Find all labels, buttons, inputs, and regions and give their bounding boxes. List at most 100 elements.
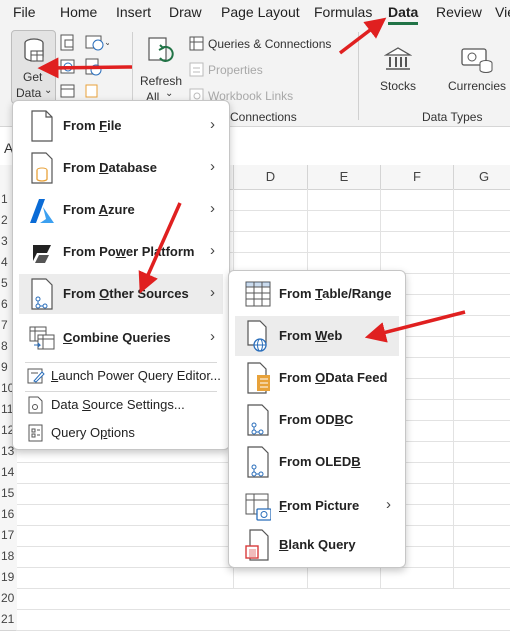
menu-item-from-odbc[interactable]: From ODBC [235,400,399,440]
properties-icon [189,62,204,77]
ribbon-tab-bar: File Home Insert Draw Page Layout Formul… [0,0,510,26]
azure-icon [30,199,54,223]
chevron-right-icon: › [386,496,391,513]
row-header-19[interactable]: 19 [0,567,17,589]
menu-item-from-web[interactable]: From Web [235,316,399,356]
column-header-f[interactable]: F [381,165,454,190]
row-header-17[interactable]: 17 [0,525,17,547]
menu-item-blank-query[interactable]: Blank Query [235,525,399,565]
currencies-label: Currencies [448,79,507,93]
row-header-20[interactable]: 20 [0,588,17,610]
get-data-menu: From File › From Database › From Azure ›… [12,100,230,450]
tab-formulas[interactable]: Formulas [314,4,372,20]
stocks-button[interactable]: Stocks [374,44,424,94]
menu-item-launch-power-query-editor[interactable]: Launch Power Query Editor... [19,363,223,389]
item-label: From Database [63,160,157,175]
row-header-15[interactable]: 15 [0,483,17,505]
menu-item-from-database[interactable]: From Database › [19,148,223,188]
item-label: Launch Power Query Editor... [51,368,221,383]
grid-line [16,609,510,610]
recent-sources-icon[interactable] [85,58,103,76]
blank-query-icon [245,529,269,561]
svg-text:⌄: ⌄ [104,37,109,47]
menu-item-from-odata-feed[interactable]: From OData Feed [235,358,399,398]
existing-connections-icon[interactable] [60,84,76,98]
other-sources-icon [31,278,53,310]
refresh-all-button[interactable]: Refresh All ⌄ [138,30,183,104]
menu-item-from-other-sources[interactable]: From Other Sources › [19,274,223,314]
from-text-icon[interactable] [60,34,76,52]
menu-item-from-file[interactable]: From File › [19,106,223,146]
chevron-right-icon: › [210,242,215,259]
chevron-right-icon: › [210,284,215,301]
item-label: Query Options [51,425,135,440]
item-label: From ODBC [279,412,354,427]
oledb-icon [247,446,269,478]
menu-item-from-oledb[interactable]: From OLEDB [235,442,399,482]
tab-page-layout[interactable]: Page Layout [221,4,300,20]
tab-home[interactable]: Home [60,4,97,20]
menu-item-combine-queries[interactable]: Combine Queries › [19,318,223,358]
row-header-18[interactable]: 18 [0,546,17,568]
grid-line [453,189,454,589]
table-icon [245,281,271,307]
combine-queries-icon [29,326,55,350]
item-label: From OData Feed [279,370,388,385]
item-label: From Table/Range [279,286,392,301]
odata-icon [247,362,270,394]
menu-item-from-table-range[interactable]: From Table/Range [235,274,399,314]
from-table-small-icon[interactable] [60,58,76,76]
bank-icon [384,47,412,70]
from-file-small-icon[interactable] [85,84,101,98]
item-label: From Web [279,328,343,343]
properties-button[interactable]: Properties [208,63,263,77]
group-label-connections: Connections [230,110,297,124]
item-label: Blank Query [279,537,356,552]
queries-connections-button[interactable]: Queries & Connections [208,37,331,51]
queries-connections-icon [189,36,204,51]
get-data-label-1: Get [23,70,43,84]
edit-icon [27,368,45,384]
tab-view[interactable]: Vie [495,4,510,20]
menu-item-from-azure[interactable]: From Azure › [19,190,223,230]
column-header-d[interactable]: D [234,165,308,190]
odbc-icon [247,404,269,436]
column-header-e[interactable]: E [308,165,381,190]
menu-item-from-picture[interactable]: From Picture › [235,486,399,526]
get-data-button[interactable]: Get Data ⌄ [11,30,56,104]
settings-document-icon [28,396,43,414]
item-label: From Azure [63,202,135,217]
item-label: Combine Queries [63,330,171,345]
tab-data[interactable]: Data [388,4,419,25]
item-label: Data Source Settings... [51,397,185,412]
chevron-down-icon: ⌄ [44,85,53,96]
picture-icon [245,493,271,521]
tab-file[interactable]: File [13,4,36,20]
menu-item-data-source-settings[interactable]: Data Source Settings... [19,392,223,418]
row-header-16[interactable]: 16 [0,504,17,526]
ribbon-separator [358,32,359,120]
get-data-label-2: Data [16,86,42,100]
tab-insert[interactable]: Insert [116,4,151,20]
item-label: From Power Platform [63,244,195,259]
from-web-small-icon[interactable]: ⌄ [85,34,109,52]
currencies-button[interactable]: Currencies [446,44,510,94]
database-icon [31,152,53,184]
file-icon [31,110,53,142]
menu-item-query-options[interactable]: Query Options [19,420,223,446]
chevron-down-icon: ⌄ [165,88,174,99]
chevron-right-icon: › [210,116,215,133]
query-options-icon [28,424,43,442]
item-label: From Picture [279,498,360,513]
column-header-g[interactable]: G [454,165,510,190]
currency-icon [461,48,493,73]
row-header-21[interactable]: 21 [0,609,17,631]
other-sources-submenu: From Table/Range From Web From OData Fee… [228,270,406,568]
row-header-14[interactable]: 14 [0,462,17,484]
menu-item-from-power-platform[interactable]: From Power Platform › [19,232,223,272]
group-label-data-types: Data Types [422,110,483,124]
item-label: From File [63,118,122,133]
tab-draw[interactable]: Draw [169,4,202,20]
tab-review[interactable]: Review [436,4,482,20]
refresh-label-1: Refresh [140,74,183,88]
